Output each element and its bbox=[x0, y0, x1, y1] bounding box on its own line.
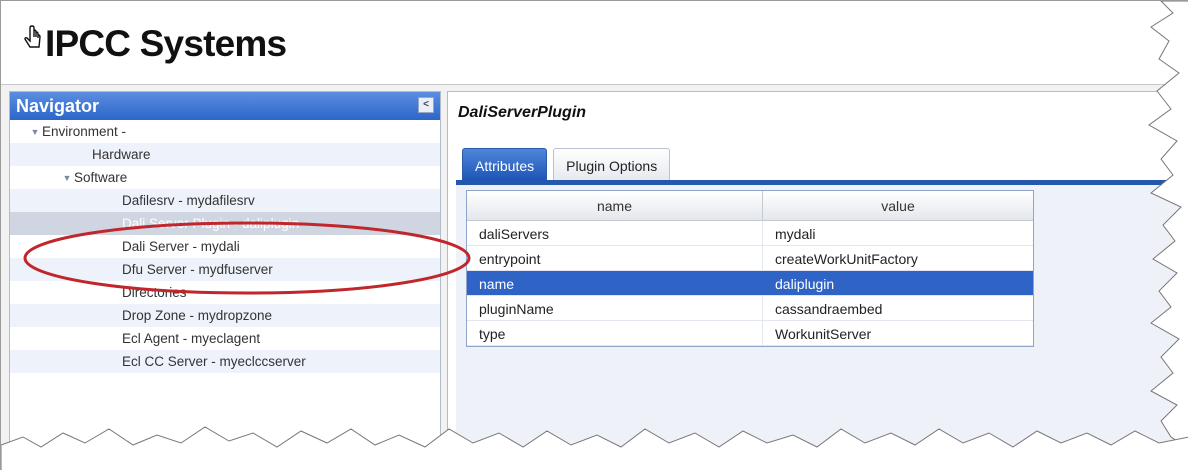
navigator-title: Navigator bbox=[16, 96, 100, 116]
attributes-grid: name value daliServers mydali entrypoint… bbox=[466, 190, 1034, 347]
tree-item-label: Software bbox=[74, 170, 128, 185]
column-header-name[interactable]: name bbox=[467, 191, 763, 220]
tree-item-label: Ecl CC Server - myeclccserver bbox=[122, 354, 306, 369]
hand-cursor-icon bbox=[23, 21, 45, 63]
cell-name: daliServers bbox=[467, 221, 763, 245]
tree-item-environment[interactable]: ▼ Environment - bbox=[10, 120, 440, 143]
tree-item-label: Directories bbox=[122, 285, 187, 300]
tree-item-ecl-cc-server[interactable]: Ecl CC Server - myeclccserver bbox=[10, 350, 440, 373]
logo-text: IPCC Systems bbox=[45, 23, 287, 64]
tree-item-dfu-server[interactable]: Dfu Server - mydfuserver bbox=[10, 258, 440, 281]
cell-name: type bbox=[467, 321, 763, 345]
tree-item-drop-zone[interactable]: Drop Zone - mydropzone bbox=[10, 304, 440, 327]
main-panel: DaliServerPlugin Attributes Plugin Optio… bbox=[447, 91, 1188, 452]
page-title: DaliServerPlugin bbox=[458, 104, 587, 121]
tree-item-ecl-agent[interactable]: Ecl Agent - myeclagent bbox=[10, 327, 440, 350]
tree-item-directories[interactable]: Directories bbox=[10, 281, 440, 304]
cell-value[interactable]: mydali bbox=[763, 221, 1033, 245]
tab-strip: Attributes Plugin Options bbox=[462, 148, 671, 180]
table-row[interactable]: entrypoint createWorkUnitFactory bbox=[467, 246, 1033, 271]
tree-item-label: Dafilesrv - mydafilesrv bbox=[122, 193, 255, 208]
cell-name: entrypoint bbox=[467, 246, 763, 270]
table-row[interactable]: daliServers mydali bbox=[467, 221, 1033, 246]
tree-item-label: Hardware bbox=[92, 147, 151, 162]
collapse-icon[interactable]: < bbox=[418, 97, 434, 113]
tree-item-hardware[interactable]: Hardware bbox=[10, 143, 440, 166]
table-row[interactable]: pluginName cassandraembed bbox=[467, 296, 1033, 321]
cell-name: pluginName bbox=[467, 296, 763, 320]
navigator-panel: Navigator < ▼ Environment - Hardware ▼ S… bbox=[9, 91, 441, 451]
column-header-value[interactable]: value bbox=[763, 191, 1033, 220]
tree-item-software[interactable]: ▼ Software bbox=[10, 166, 440, 189]
app-logo: IPCC Systems bbox=[23, 21, 287, 65]
cell-name: name bbox=[467, 271, 763, 295]
tree-item-label: Dali Server Plugin - daliplugin bbox=[122, 216, 300, 231]
expand-arrow-icon[interactable]: ▼ bbox=[28, 127, 42, 137]
cell-value[interactable]: WorkunitServer bbox=[763, 321, 1033, 345]
tree-item-dafilesrv[interactable]: Dafilesrv - mydafilesrv bbox=[10, 189, 440, 212]
tab-attributes[interactable]: Attributes bbox=[462, 148, 548, 180]
grid-header: name value bbox=[467, 191, 1033, 221]
tree-item-dali-server-plugin[interactable]: Dali Server Plugin - daliplugin bbox=[10, 212, 440, 235]
cell-value[interactable]: cassandraembed bbox=[763, 296, 1033, 320]
cell-value[interactable]: createWorkUnitFactory bbox=[763, 246, 1033, 270]
table-row[interactable]: name daliplugin bbox=[467, 271, 1033, 296]
navigator-header: Navigator < bbox=[10, 92, 440, 120]
tree-item-dali-server[interactable]: Dali Server - mydali bbox=[10, 235, 440, 258]
expand-arrow-icon[interactable]: ▼ bbox=[60, 173, 74, 183]
tree-item-label: Environment - bbox=[42, 124, 127, 139]
app-header: IPCC Systems bbox=[1, 1, 1188, 85]
table-row[interactable]: type WorkunitServer bbox=[467, 321, 1033, 346]
app-window: IPCC Systems Navigator < ▼ Environment -… bbox=[0, 0, 1188, 470]
tree-item-label: Drop Zone - mydropzone bbox=[122, 308, 273, 323]
tree-item-label: Dfu Server - mydfuserver bbox=[122, 262, 273, 277]
tree-item-label: Ecl Agent - myeclagent bbox=[122, 331, 261, 346]
cell-value[interactable]: daliplugin bbox=[763, 271, 1033, 295]
tree-item-label: Dali Server - mydali bbox=[122, 239, 240, 254]
tab-plugin-options[interactable]: Plugin Options bbox=[553, 148, 671, 180]
